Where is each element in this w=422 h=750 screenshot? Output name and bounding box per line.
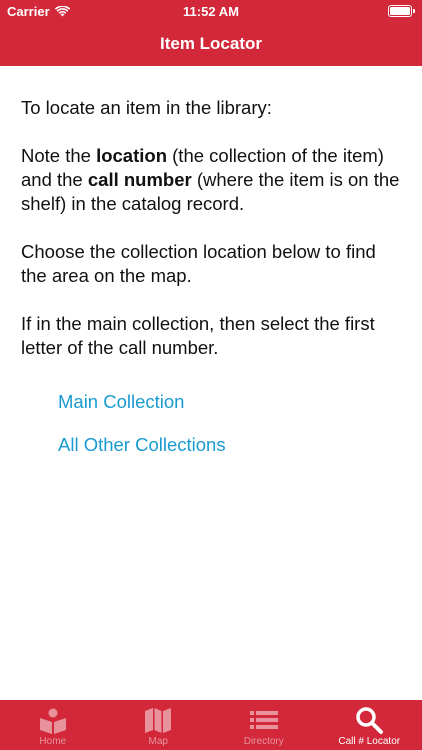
- main-collection-link[interactable]: Main Collection: [58, 391, 184, 413]
- location-term: location: [96, 145, 167, 166]
- main-collection-paragraph: If in the main collection, then select t…: [21, 312, 406, 360]
- battery-icon: [388, 5, 415, 17]
- tab-map[interactable]: Map: [106, 700, 212, 750]
- choose-text: Choose the collection location below to …: [21, 241, 376, 286]
- status-bar: Carrier 11:52 AM: [0, 0, 422, 22]
- tab-map-label: Map: [148, 736, 168, 747]
- item-locator-screen: Carrier 11:52 AM Item Locator To locate …: [0, 0, 422, 750]
- status-time: 11:52 AM: [183, 4, 239, 19]
- call-number-term: call number: [87, 169, 192, 190]
- tab-bar: Home Map Directory Call # Locator: [0, 700, 422, 750]
- tab-home[interactable]: Home: [0, 700, 106, 750]
- instructions: To locate an item in the library: Note t…: [21, 96, 406, 384]
- choose-paragraph: Choose the collection location below to …: [21, 240, 406, 288]
- note-paragraph: Note the location (the collection of the…: [21, 144, 406, 216]
- intro-text: To locate an item in the library:: [21, 96, 406, 120]
- battery-level: [390, 7, 410, 15]
- battery-nub: [413, 9, 415, 13]
- book-reader-icon: [39, 708, 66, 734]
- tab-home-label: Home: [39, 736, 67, 747]
- tab-directory-label: Directory: [243, 736, 284, 747]
- search-icon: [356, 707, 384, 734]
- header: Carrier 11:52 AM Item Locator: [0, 0, 422, 66]
- page-title: Item Locator: [159, 34, 263, 53]
- list-icon: [249, 711, 278, 729]
- all-other-collections-link[interactable]: All Other Collections: [58, 434, 226, 456]
- tab-call-number-locator[interactable]: Call # Locator: [317, 700, 422, 750]
- intro-text-span: To locate an item in the library:: [21, 97, 272, 118]
- note-text-1: Note the: [21, 145, 97, 166]
- tab-call-number-locator-label: Call # Locator: [338, 736, 401, 747]
- map-icon: [145, 708, 172, 733]
- main-collection-text: If in the main collection, then select t…: [21, 313, 375, 358]
- tab-directory[interactable]: Directory: [211, 700, 317, 750]
